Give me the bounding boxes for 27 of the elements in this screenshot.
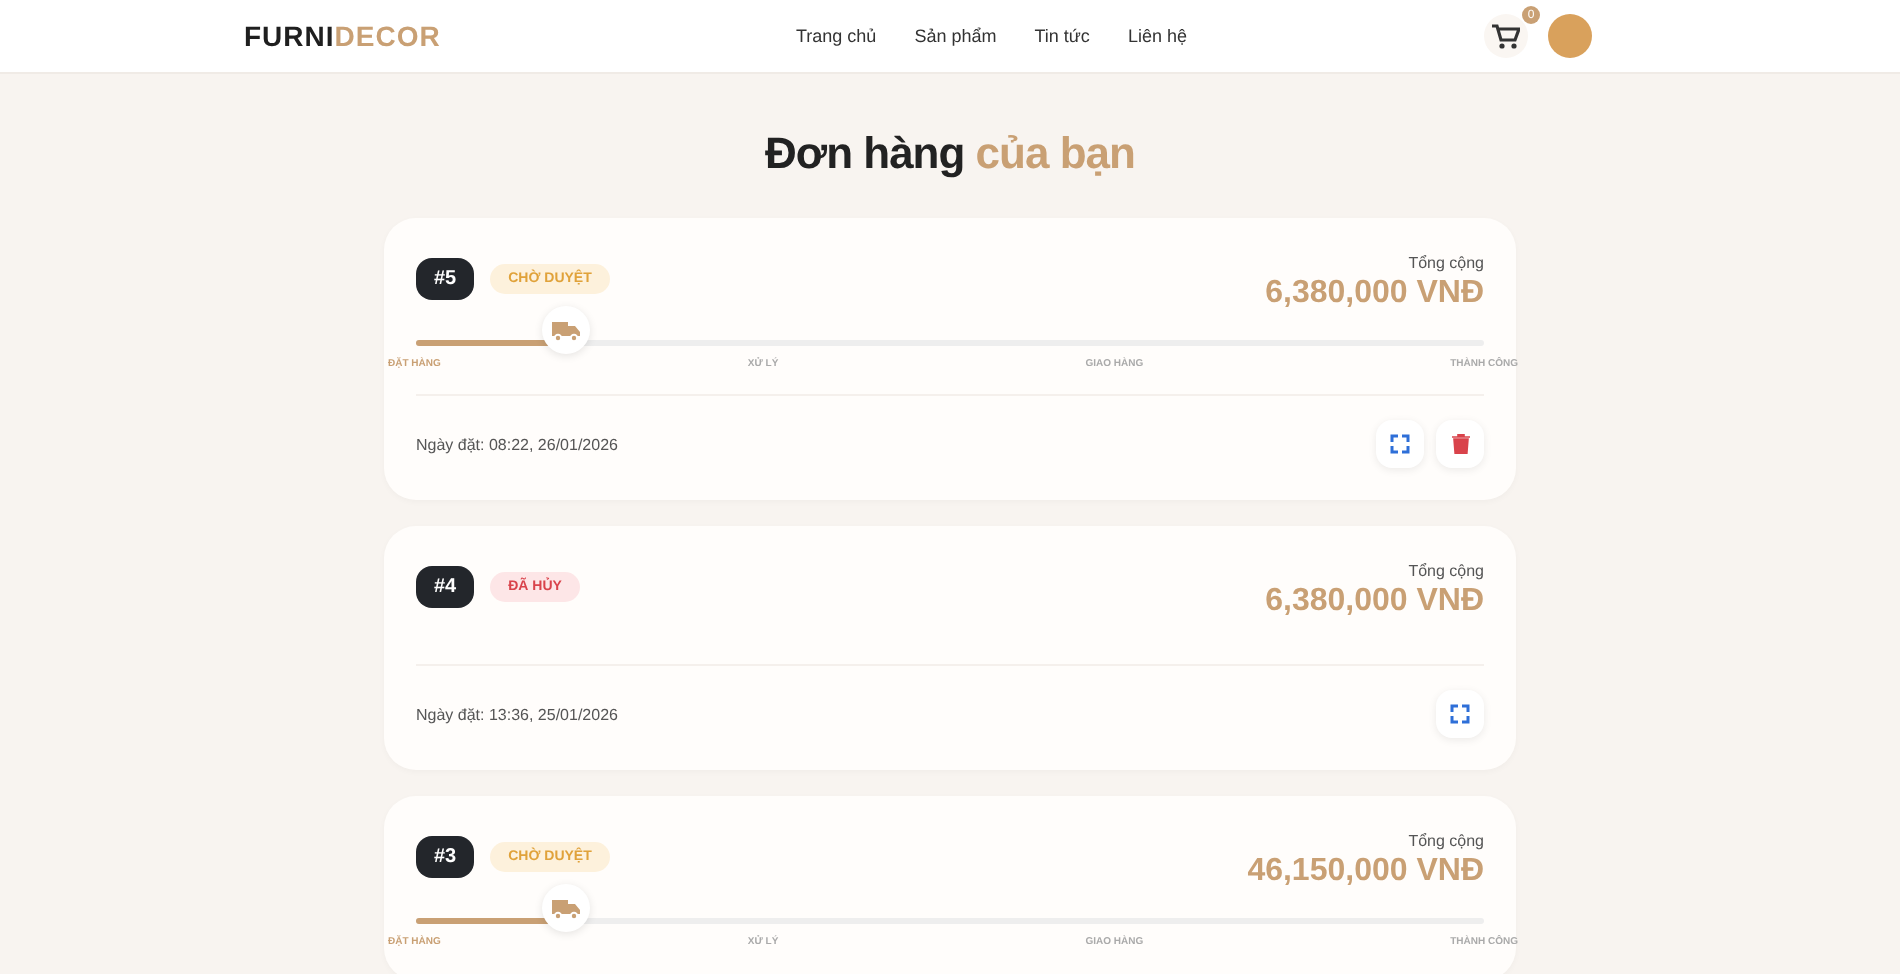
total-label: Tổng cộng — [1406, 562, 1484, 580]
order-date: Ngày đặt: 13:36, 25/01/2026 — [416, 705, 618, 723]
nav-link[interactable]: Tin tức — [1034, 26, 1090, 46]
total-label: Tổng cộng — [1406, 832, 1484, 850]
expand-button[interactable] — [1436, 690, 1484, 738]
nav-link[interactable]: Trang chủ — [796, 26, 877, 46]
truck-icon — [551, 319, 580, 341]
cart-icon — [1492, 23, 1520, 49]
order-number: #3 — [416, 836, 475, 878]
trash-icon — [1451, 434, 1469, 454]
total-amount: 6,380,000 VNĐ — [1265, 584, 1484, 620]
expand-icon — [1390, 434, 1410, 454]
nav-link[interactable]: Liên hệ — [1127, 26, 1187, 46]
total-amount: 6,380,000 VNĐ — [1265, 276, 1484, 312]
delete-button[interactable] — [1436, 420, 1484, 468]
total-amount: 46,150,000 VNĐ — [1247, 854, 1484, 890]
page-title: Đơn hàng của bạn — [765, 128, 1135, 180]
cart-button[interactable] — [1484, 14, 1528, 58]
order-number: #5 — [416, 258, 475, 300]
order-date: Ngày đặt: 08:22, 26/01/2026 — [416, 435, 618, 453]
nav-link[interactable]: Sản phẩm — [914, 26, 997, 46]
expand-button[interactable] — [1376, 420, 1424, 468]
truck-icon — [551, 897, 580, 919]
order-number: #4 — [416, 566, 475, 608]
expand-icon — [1450, 704, 1470, 724]
total-label: Tổng cộng — [1406, 254, 1484, 272]
brand-logo[interactable]: FURNIDECOR — [244, 20, 764, 52]
